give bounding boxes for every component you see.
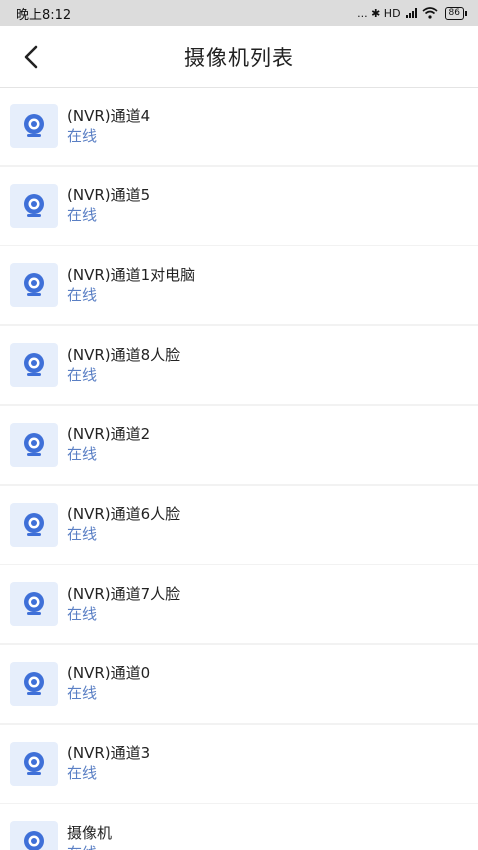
camera-name: (NVR)通道7人脸 <box>67 584 181 603</box>
camera-status: 在线 <box>67 445 98 464</box>
camera-list-item[interactable]: (NVR)通道7人脸 在线 <box>0 565 478 644</box>
camera-status: 在线 <box>67 206 98 225</box>
camera-icon <box>10 821 58 850</box>
camera-list-item[interactable]: (NVR)通道8人脸 在线 <box>0 326 478 405</box>
camera-info: (NVR)通道0 在线 <box>67 663 150 704</box>
page-title: 摄像机列表 <box>184 45 294 70</box>
camera-name: (NVR)通道1对电脑 <box>67 265 196 284</box>
back-button[interactable] <box>14 40 48 74</box>
camera-name: (NVR)通道2 <box>67 425 151 444</box>
status-indicators: ... ✱ HD 86 <box>357 6 468 20</box>
camera-icon <box>10 183 58 228</box>
camera-list-item[interactable]: (NVR)通道6人脸 在线 <box>0 485 478 564</box>
camera-status: 在线 <box>67 843 112 850</box>
status-bar: 晚上8:12 ... ✱ HD 86 <box>0 0 478 26</box>
camera-status: 在线 <box>67 525 98 543</box>
camera-name: (NVR)通道8人脸 <box>67 345 181 364</box>
camera-list-item[interactable]: (NVR)通道2 在线 <box>0 405 478 484</box>
camera-name: (NVR)通道5 <box>67 186 151 205</box>
camera-icon <box>10 741 58 786</box>
battery-icon: 86 <box>444 6 468 20</box>
camera-name: (NVR)通道6人脸 <box>67 505 181 523</box>
camera-name: (NVR)通道4 <box>67 106 151 125</box>
camera-info: 摄像机在线 <box>67 823 112 850</box>
camera-info: (NVR)通道5 在线 <box>67 185 150 226</box>
status-extra-indicators: ... ✱ HD <box>357 6 401 20</box>
camera-info: (NVR)通道6人脸 在线 <box>67 504 180 545</box>
wifi-icon <box>422 7 438 19</box>
status-time: 晚上8:12 <box>16 7 72 23</box>
camera-list-item[interactable]: (NVR)通道0 在线 <box>0 644 478 723</box>
camera-info: (NVR)通道4 在线 <box>67 106 150 147</box>
camera-info: (NVR)通道7人脸 在线 <box>67 584 180 625</box>
camera-name: 摄像机 <box>67 823 113 842</box>
camera-info: (NVR)通道1对电脑 在线 <box>67 265 195 306</box>
camera-info: (NVR)通道8人脸 在线 <box>67 345 180 386</box>
camera-status: 在线 <box>67 684 98 703</box>
camera-status: 在线 <box>67 604 98 623</box>
camera-name: (NVR)通道3 <box>67 744 151 763</box>
camera-list[interactable]: (NVR)通道4 在线 (NVR)通道5 在线 (NVR)通道1对电脑 在线 (NVR)通道… <box>0 88 478 850</box>
camera-status: 在线 <box>67 365 98 384</box>
camera-status: 在线 <box>67 126 98 145</box>
camera-icon <box>10 661 58 706</box>
camera-name: (NVR)通道0 <box>67 664 151 683</box>
camera-status: 在线 <box>67 285 98 304</box>
camera-icon <box>10 263 58 308</box>
camera-status: 在线 <box>67 764 98 783</box>
camera-list-item[interactable]: (NVR)通道5 在线 <box>0 166 478 245</box>
camera-icon <box>10 582 58 627</box>
camera-info: (NVR)通道3 在线 <box>67 743 150 784</box>
camera-icon <box>10 422 58 467</box>
camera-icon <box>10 104 58 148</box>
camera-list-item[interactable]: (NVR)通道1对电脑 在线 <box>0 246 478 325</box>
chevron-left-icon <box>24 45 38 69</box>
camera-list-item[interactable]: 摄像机在线 <box>0 804 478 850</box>
camera-info: (NVR)通道2 在线 <box>67 424 150 465</box>
camera-list-item[interactable]: (NVR)通道3 在线 <box>0 724 478 803</box>
signal-icon <box>405 8 417 18</box>
camera-icon <box>10 343 58 388</box>
camera-list-item[interactable]: (NVR)通道4 在线 <box>0 88 478 165</box>
camera-icon <box>10 502 58 547</box>
header-bar: 摄像机列表 <box>0 26 478 88</box>
